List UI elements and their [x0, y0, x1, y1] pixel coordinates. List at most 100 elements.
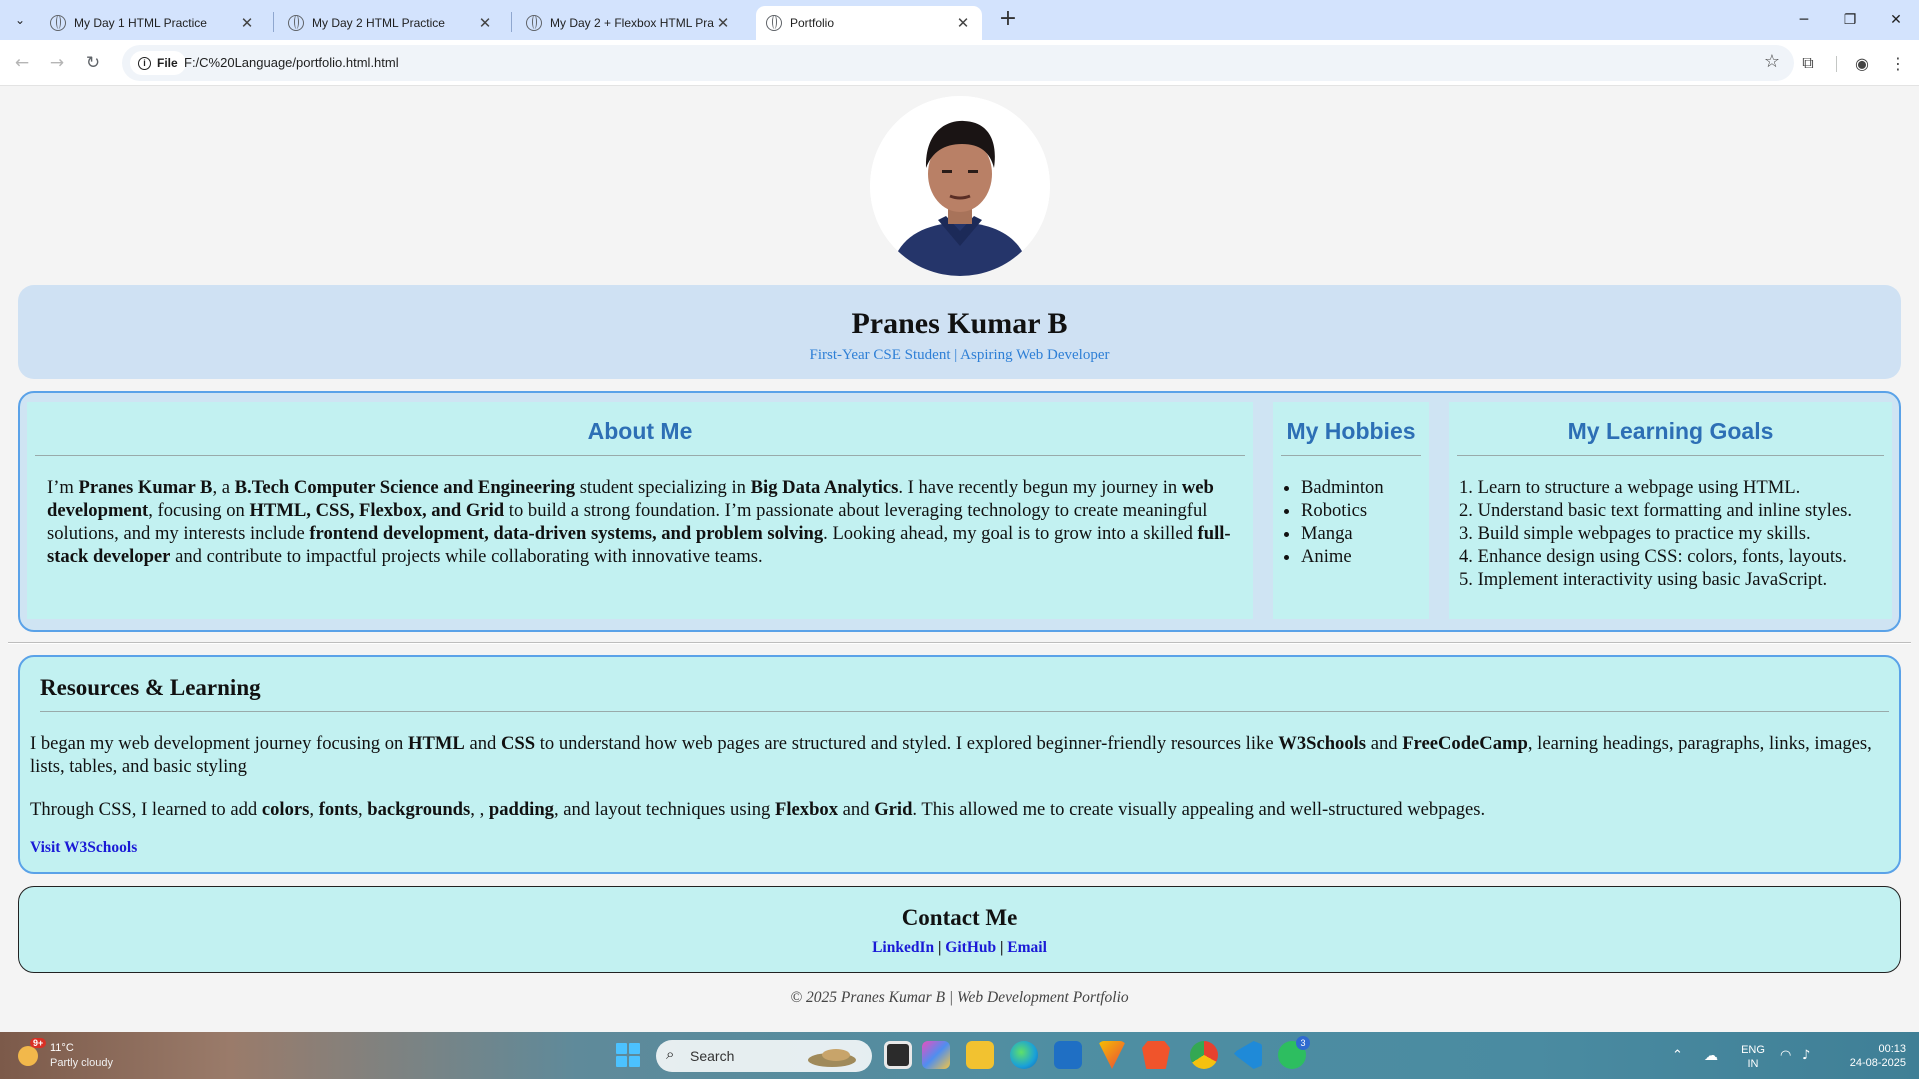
restore-icon[interactable]: ❐: [1827, 0, 1873, 40]
footer-text: © 2025 Pranes Kumar B | Web Development …: [790, 989, 1129, 1006]
resources-paragraph-1: I began my web development journey focus…: [30, 732, 1879, 778]
bold-text: frontend development, data-driven system…: [309, 523, 824, 544]
reload-icon[interactable]: ↻: [79, 49, 107, 77]
weather-sun-icon: [18, 1046, 38, 1066]
browser-toolbar: ← → ↻ i File F:/C%20Language/portfolio.h…: [0, 40, 1919, 86]
link-separator: |: [934, 939, 946, 956]
search-label: Search: [690, 1048, 735, 1064]
text-run: , focusing on: [148, 500, 250, 521]
contact-heading: Contact Me: [901, 905, 1018, 930]
bookmark-star-icon[interactable]: ☆: [1764, 51, 1780, 72]
goal-item: 4. Enhance design using CSS: colors, fon…: [1459, 546, 1847, 567]
hobby-item: Robotics: [1301, 499, 1429, 522]
github-link[interactable]: GitHub: [945, 939, 996, 956]
wifi-icon[interactable]: ◠: [1780, 1032, 1791, 1079]
page-subtitle: First-Year CSE Student | Aspiring Web De…: [809, 347, 1110, 363]
file-chip-label: File: [157, 56, 178, 70]
close-icon[interactable]: ✕: [238, 14, 256, 32]
close-icon[interactable]: ✕: [714, 14, 732, 32]
taskbar-search[interactable]: ⌕ Search: [656, 1040, 872, 1072]
new-tab-plus-icon[interactable]: +: [994, 6, 1022, 34]
learning-goals-heading: My Learning Goals: [1457, 402, 1884, 456]
tab-title: Portfolio: [790, 16, 835, 30]
tab-separator: [511, 12, 512, 32]
intro-panel: About Me I’m Pranes Kumar B, a B.Tech Co…: [18, 391, 1901, 632]
text-run: I began my web development journey focus…: [30, 733, 408, 754]
bold-text: padding: [488, 799, 554, 820]
tab-title: My Day 1 HTML Practice: [74, 16, 207, 30]
text-run: and: [838, 799, 875, 820]
back-arrow-icon[interactable]: ←: [8, 49, 36, 77]
bold-text: Pranes Kumar B: [78, 477, 213, 498]
resources-section: Resources & Learning I began my web deve…: [18, 655, 1901, 874]
brave-icon[interactable]: [1142, 1041, 1170, 1069]
volume-icon[interactable]: ♪: [1802, 1032, 1810, 1079]
search-icon: ⌕: [666, 1045, 675, 1063]
text-run: ,: [357, 799, 368, 820]
vlc-like-icon[interactable]: [1098, 1041, 1126, 1069]
text-run: Through CSS, I learned to add: [30, 799, 262, 820]
notification-badge: 9+: [30, 1038, 47, 1048]
visit-w3schools-link[interactable]: Visit W3Schools: [30, 839, 1899, 857]
minimize-icon[interactable]: ─: [1781, 0, 1827, 40]
address-bar[interactable]: i File F:/C%20Language/portfolio.html.ht…: [122, 45, 1794, 81]
tab-day1[interactable]: My Day 1 HTML Practice ✕: [40, 6, 266, 40]
tab-day2-flexbox[interactable]: My Day 2 + Flexbox HTML Practice ✕: [516, 6, 742, 40]
tab-search-chevron-icon[interactable]: ⌄: [8, 8, 32, 32]
url-text[interactable]: F:/C%20Language/portfolio.html.html: [184, 55, 399, 70]
bold-text: W3Schools: [1278, 733, 1367, 754]
text-run: and contribute to impactful projects whi…: [170, 546, 763, 567]
clock-time: 00:13: [1878, 1043, 1906, 1055]
bold-text: Big Data Analytics: [750, 477, 899, 498]
hobby-item: Manga: [1301, 522, 1429, 545]
forward-arrow-icon[interactable]: →: [43, 49, 71, 77]
info-icon: i: [138, 56, 151, 70]
vscode-icon[interactable]: [1234, 1041, 1262, 1069]
bold-text: colors: [261, 799, 310, 820]
goal-item: 1. Learn to structure a webpage using HT…: [1459, 477, 1801, 498]
tab-title: My Day 2 HTML Practice: [312, 16, 445, 30]
extensions-puzzle-icon[interactable]: ⧉: [1794, 49, 1822, 77]
system-clock[interactable]: 00:13 24-08-2025: [1846, 1042, 1906, 1070]
text-run: . Looking ahead, my goal is to grow into…: [823, 523, 1198, 544]
edge-icon[interactable]: [1010, 1041, 1038, 1069]
text-run: to understand how web pages are structur…: [535, 733, 1279, 754]
contact-section: Contact Me LinkedIn | GitHub | Email: [18, 886, 1901, 973]
profile-icon[interactable]: ◉: [1848, 49, 1876, 77]
resources-paragraph-2: Through CSS, I learned to add colors, fo…: [30, 798, 1879, 821]
close-icon[interactable]: ✕: [954, 14, 972, 32]
copilot-icon[interactable]: [922, 1041, 950, 1069]
bold-text: fonts: [318, 799, 358, 820]
learning-goals-list: 1. Learn to structure a webpage using HT…: [1459, 476, 1892, 591]
tab-strip: ⌄ My Day 1 HTML Practice ✕ My Day 2 HTML…: [0, 0, 1919, 40]
weather-widget[interactable]: 9+ 11°C Partly cloudy: [18, 1038, 138, 1074]
globe-icon: [50, 15, 66, 31]
header-card: Pranes Kumar B First-Year CSE Student | …: [18, 285, 1901, 379]
site-info-chip[interactable]: i File: [130, 51, 186, 75]
tab-day2[interactable]: My Day 2 HTML Practice ✕: [278, 6, 504, 40]
learning-goals-section: My Learning Goals 1. Learn to structure …: [1449, 402, 1892, 619]
microsoft-store-icon[interactable]: [1054, 1041, 1082, 1069]
task-view-icon[interactable]: [884, 1041, 912, 1069]
close-icon[interactable]: ✕: [476, 14, 494, 32]
file-explorer-icon[interactable]: [966, 1041, 994, 1069]
text-run: I’m: [47, 477, 79, 498]
globe-icon: [766, 15, 782, 31]
tab-portfolio[interactable]: Portfolio ✕: [756, 6, 982, 40]
onedrive-cloud-icon[interactable]: ☁: [1704, 1032, 1718, 1079]
bold-text: Flexbox: [775, 799, 839, 820]
chrome-icon[interactable]: [1190, 1041, 1218, 1069]
goal-item: 3. Build simple webpages to practice my …: [1459, 523, 1811, 544]
email-link[interactable]: Email: [1007, 939, 1047, 956]
hobbies-list: Badminton Robotics Manga Anime: [1301, 476, 1429, 568]
show-hidden-icons-chevron-icon[interactable]: ⌃: [1672, 1032, 1683, 1079]
close-window-icon[interactable]: ✕: [1873, 0, 1919, 40]
globe-icon: [288, 15, 304, 31]
linkedin-link[interactable]: LinkedIn: [872, 939, 934, 956]
search-highlight-icon: [808, 1049, 856, 1067]
language-indicator[interactable]: ENG IN: [1738, 1043, 1768, 1071]
profile-photo: [870, 96, 1050, 276]
taskbar: 9+ 11°C Partly cloudy ⌕ Search 3 ⌃ ☁ ENG…: [0, 1032, 1919, 1079]
windows-start-icon[interactable]: [616, 1043, 640, 1067]
menu-kebab-icon[interactable]: ⋮: [1884, 49, 1912, 77]
